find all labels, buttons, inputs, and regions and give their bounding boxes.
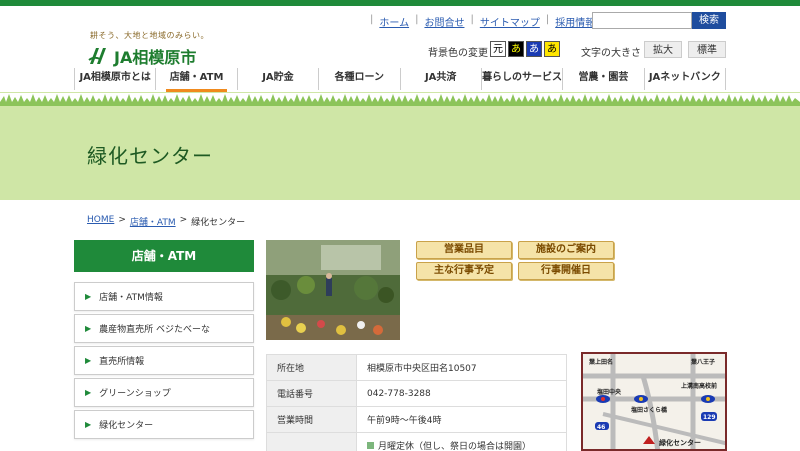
- info-value-hours: 午前9時～午後4時: [356, 406, 567, 433]
- nav-item-about[interactable]: JA相模原市とは: [74, 68, 155, 90]
- map-label: 塩田さくら橋: [631, 407, 668, 414]
- table-row: 電話番号 042-778-3288: [266, 380, 567, 407]
- info-table: 所在地 相模原市中央区田名10507 電話番号 042-778-3288 営業時…: [266, 354, 567, 451]
- bg-color-label: 背景色の変更: [428, 48, 488, 59]
- bg-swatch-default[interactable]: 元: [490, 41, 506, 57]
- page-title: 緑化センター: [87, 144, 213, 168]
- map-label: 塩田中央: [597, 389, 622, 396]
- font-enlarge-button[interactable]: 拡大: [644, 41, 682, 58]
- utility-links: | ホーム | お問合せ | サイトマップ | 採用情報: [364, 14, 595, 29]
- ja-logo-icon: [88, 46, 110, 66]
- breadcrumb: HOME > 店舗・ATM > 緑化センター: [87, 215, 245, 228]
- breadcrumb-current: 緑化センター: [191, 218, 246, 228]
- info-value-phone: 042-778-3288: [356, 380, 567, 407]
- site-logo[interactable]: JA相模原市: [88, 44, 196, 68]
- greening-center-photo: [266, 240, 400, 340]
- nav-item-savings[interactable]: JA貯金: [236, 68, 318, 90]
- sidebar-item-label: 農産物直売所 ベジたべーな: [99, 325, 211, 335]
- bg-swatch-black[interactable]: あ: [508, 41, 524, 57]
- sidebar-item-green-shop[interactable]: ▶ グリーンショップ: [74, 378, 254, 407]
- chevron-right-icon: ▶: [85, 324, 92, 333]
- breadcrumb-separator: >: [179, 215, 188, 225]
- chevron-right-icon: ▶: [85, 420, 92, 429]
- closed-days-text: 月曜定休（但し、祭日の場合は開園）: [378, 442, 532, 451]
- sidebar-item-direct-store-vegetabena[interactable]: ▶ 農産物直売所 ベジたべーな: [74, 314, 254, 343]
- sidebar-list: ▶ 店舗・ATM情報 ▶ 農産物直売所 ベジたべーな ▶ 直売所情報 ▶ グリー…: [74, 282, 254, 442]
- top-accent-bar: [0, 0, 800, 6]
- bg-swatch-yellow[interactable]: あ: [544, 41, 560, 57]
- nav-item-agriculture[interactable]: 営農・園芸: [562, 68, 643, 90]
- table-row: 所在地 相模原市中央区田名10507: [266, 354, 567, 381]
- font-standard-button[interactable]: 標準: [688, 41, 726, 58]
- nav-item-netbank[interactable]: JAネットバンク: [643, 68, 726, 90]
- map-label: 葉上田名: [589, 359, 614, 366]
- logo-tagline: 耕そう、大地と地域のみらい。: [90, 31, 209, 40]
- info-value-address: 相模原市中央区田名10507: [356, 354, 567, 381]
- font-size-label: 文字の大きさ: [581, 48, 641, 59]
- info-value-closed: 月曜定休（但し、祭日の場合は開園）: [356, 432, 567, 451]
- info-key-phone: 電話番号: [266, 380, 357, 407]
- sidebar-item-label: グリーンショップ: [99, 389, 171, 399]
- sidebar-heading[interactable]: 店舗・ATM: [74, 240, 254, 272]
- sidebar-item-label: 店舗・ATM情報: [99, 293, 163, 303]
- info-key-hours: 営業時間: [266, 406, 357, 433]
- breadcrumb-home[interactable]: HOME: [87, 215, 114, 228]
- search-input[interactable]: [592, 12, 692, 29]
- info-key-closed: [266, 432, 357, 451]
- breadcrumb-separator: >: [118, 215, 126, 225]
- separator: |: [545, 14, 550, 25]
- breadcrumb-parent[interactable]: 店舗・ATM: [130, 215, 176, 228]
- bg-color-swatches: 元 あ あ あ: [490, 41, 560, 57]
- util-link-sitemap[interactable]: サイトマップ: [480, 14, 540, 29]
- map-label-destination: 緑化センター: [659, 439, 701, 447]
- map-label: 上溝南高校前: [681, 383, 718, 390]
- chevron-right-icon: ▶: [85, 388, 92, 397]
- separator: |: [370, 14, 374, 25]
- bg-swatch-blue[interactable]: あ: [526, 41, 542, 57]
- chevron-right-icon: ▶: [85, 356, 92, 365]
- chevron-right-icon: ▶: [85, 292, 92, 301]
- route-number: 129: [703, 414, 716, 421]
- table-row: 営業時間 午前9時～午後4時: [266, 406, 567, 433]
- util-link-home[interactable]: ホーム: [379, 14, 409, 29]
- global-nav: JA相模原市とは 店舗・ATM JA貯金 各種ローン JA共済 暮らしのサービス…: [74, 68, 726, 92]
- facility-guide-button[interactable]: 施設のご案内: [518, 241, 614, 259]
- nav-item-insurance[interactable]: JA共済: [399, 68, 481, 90]
- sidebar-item-direct-store-info[interactable]: ▶ 直売所情報: [74, 346, 254, 375]
- nav-item-loans[interactable]: 各種ローン: [318, 68, 399, 90]
- info-key-address: 所在地: [266, 354, 357, 381]
- sidebar-item-label: 緑化センター: [99, 421, 154, 431]
- sidebar-item-greening-center[interactable]: ▶ 緑化センター: [74, 410, 254, 439]
- util-link-recruit[interactable]: 採用情報: [555, 14, 595, 29]
- route-number: 46: [597, 424, 606, 431]
- map-label: 葉八王子: [691, 359, 716, 366]
- grass-decoration: [0, 92, 800, 106]
- nav-item-stores-atm[interactable]: 店舗・ATM: [155, 68, 236, 92]
- table-row: 月曜定休（但し、祭日の場合は開園）: [266, 432, 567, 451]
- event-days-button[interactable]: 行事開催日: [518, 262, 614, 280]
- separator: |: [470, 14, 474, 25]
- access-map[interactable]: 葉上田名 葉八王子 塩田中央 上溝南高校前 塩田さくら橋 46 129 緑化セン…: [581, 352, 727, 451]
- event-schedule-button[interactable]: 主な行事予定: [416, 262, 512, 280]
- business-items-button[interactable]: 営業品目: [416, 241, 512, 259]
- sidebar-item-stores-atm-info[interactable]: ▶ 店舗・ATM情報: [74, 282, 254, 311]
- nav-item-life-services[interactable]: 暮らしのサービス: [480, 68, 562, 90]
- separator: |: [415, 14, 419, 25]
- logo-text: JA相模原市: [114, 48, 197, 67]
- util-link-contact[interactable]: お問合せ: [424, 14, 464, 29]
- bullet-square-icon: [367, 442, 374, 449]
- sidebar-item-label: 直売所情報: [99, 357, 145, 367]
- search-button[interactable]: 検索: [692, 12, 726, 29]
